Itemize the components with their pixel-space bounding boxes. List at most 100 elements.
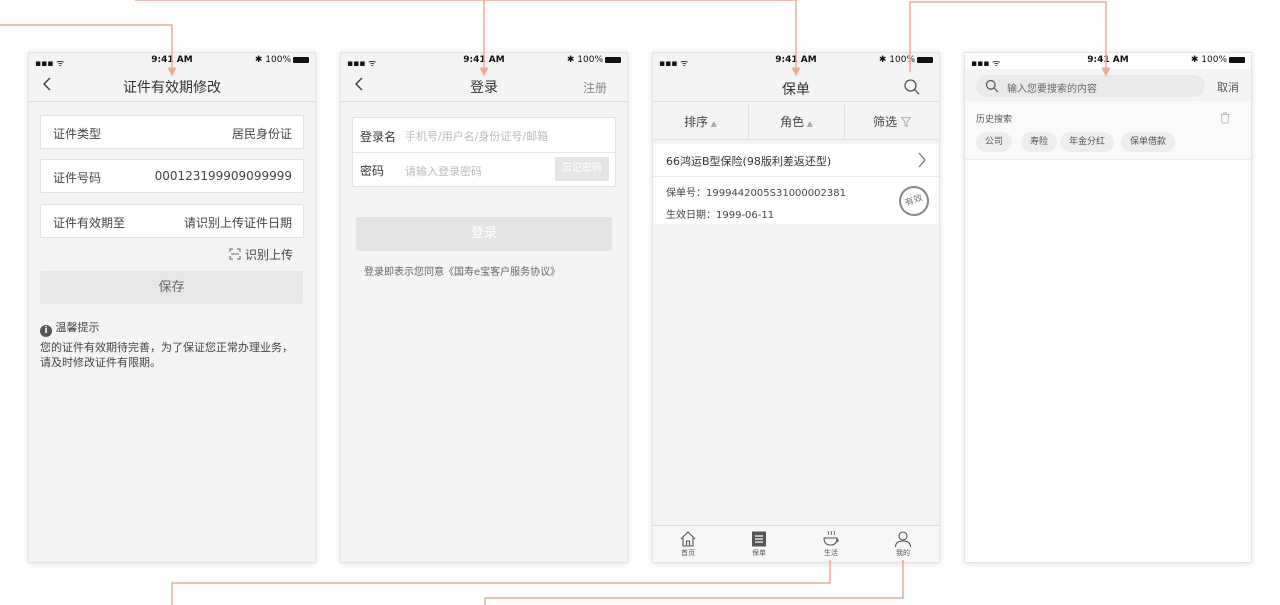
battery-icon [1229, 56, 1245, 63]
cancel-button[interactable]: 取消 [1217, 79, 1239, 95]
battery-percent: 100% [577, 55, 603, 65]
trash-icon[interactable] [1219, 112, 1231, 124]
id-expiry-value: 请识别上传证件日期 [183, 216, 292, 230]
nav-bar: 证件有效期修改 [29, 69, 315, 102]
id-type-label: 证件类型 [53, 127, 102, 141]
forgot-password-button[interactable]: 忘记密码 [555, 157, 609, 181]
search-input[interactable]: 输入您要搜索的内容 [976, 75, 1205, 97]
phone-login: ▪▪▪ ᯤ 9:41 AM ✱ 100% 登录 注册 登录名 手机号/用户名/身… [340, 52, 628, 563]
tip-section: i 温馨提示 您的证件有效期待完善，为了保证您正常办理业务，请及时修改证件有限期… [40, 319, 302, 370]
history-title: 历史搜索 [976, 115, 1013, 125]
phone-search: ▪▪▪ ᯤ 9:41 AM ✱ 100% 输入您要搜索的内容 取消 历史搜索 公… [964, 52, 1252, 563]
battery-icon [605, 56, 621, 63]
battery-status: ✱ 100% [879, 55, 933, 65]
policy-list-icon [752, 531, 766, 547]
battery-icon [917, 56, 933, 63]
connector-line [484, 560, 904, 605]
nav-bar: 登录 注册 [341, 69, 627, 102]
tab-life-label: 生活 [824, 549, 838, 557]
effective-date: 生效日期：1999-06-11 [666, 210, 775, 221]
bluetooth-icon: ✱ [1190, 55, 1199, 65]
status-bar: ▪▪▪ ᯤ 9:41 AM ✱ 100% [653, 53, 939, 69]
tab-home[interactable]: 首页 [668, 526, 708, 558]
policy-number: 保单号：1999442005S31000002381 [666, 188, 846, 199]
tab-home-label: 首页 [681, 549, 695, 557]
tip-text: 您的证件有效期待完善，为了保证您正常办理业务，请及时修改证件有限期。 [40, 341, 293, 369]
role-filter[interactable]: 角色 ▲ [749, 105, 845, 139]
password-row: 密码 请输入登录密码 忘记密码 [353, 153, 615, 186]
history-tag[interactable]: 寿险 [1021, 132, 1058, 152]
search-icon [985, 79, 999, 93]
stamp-label: 有效 [903, 193, 925, 209]
valid-stamp-icon: 有效 [894, 181, 934, 221]
id-number-field[interactable]: 证件号码 000123199909099999 [40, 159, 304, 193]
password-input[interactable]: 请输入登录密码 [405, 163, 482, 179]
tab-life[interactable]: 生活 [811, 526, 851, 558]
id-number-value: 000123199909099999 [154, 169, 292, 183]
phone-policy: ▪▪▪ ᯤ 9:41 AM ✱ 100% 保单 排序 ▲ 角色 ▲ 筛选 66鸿… [652, 52, 940, 563]
scan-icon [229, 248, 241, 260]
id-type-field[interactable]: 证件类型 居民身份证 [40, 115, 304, 149]
search-icon[interactable] [903, 78, 921, 96]
policy-card[interactable]: 66鸿运B型保险(98版利差返还型) 保单号：1999442005S310000… [653, 144, 939, 224]
scan-upload-button[interactable]: 识别上传 [229, 246, 293, 263]
bluetooth-icon: ✱ [878, 55, 887, 65]
screen-filter[interactable]: 筛选 [845, 105, 939, 139]
history-tag[interactable]: 公司 [976, 132, 1013, 152]
password-label: 密码 [360, 164, 385, 178]
nav-bar: 保单 [653, 69, 939, 102]
coffee-cup-icon [823, 530, 839, 546]
bluetooth-icon: ✱ [254, 55, 263, 65]
battery-status: ✱ 100% [567, 55, 621, 65]
connector-line [171, 560, 831, 605]
scan-upload-label: 识别上传 [244, 248, 293, 262]
register-link[interactable]: 注册 [583, 79, 607, 96]
sort-label: 排序 [684, 115, 709, 129]
id-expiry-field[interactable]: 证件有效期至 请识别上传证件日期 [40, 204, 304, 238]
history-tag[interactable]: 保单借款 [1121, 132, 1176, 152]
id-number-label: 证件号码 [53, 171, 102, 185]
battery-status: ✱ 100% [1191, 55, 1245, 65]
battery-percent: 100% [889, 55, 915, 65]
sort-arrow-icon: ▲ [708, 119, 717, 128]
funnel-icon [900, 117, 912, 128]
tab-mine[interactable]: 我的 [883, 526, 923, 558]
username-input[interactable]: 手机号/用户名/身份证号/邮箱 [405, 128, 548, 144]
user-icon [894, 531, 912, 548]
search-header: 输入您要搜索的内容 取消 [965, 69, 1251, 101]
tip-title: 温馨提示 [55, 321, 100, 334]
policy-name: 66鸿运B型保险(98版利差返还型) [666, 155, 832, 168]
filter-bar: 排序 ▲ 角色 ▲ 筛选 [653, 105, 939, 140]
page-title: 证件有效期修改 [123, 80, 221, 96]
tab-policy[interactable]: 保单 [739, 526, 779, 558]
chevron-right-icon [918, 152, 926, 168]
status-bar: ▪▪▪ ᯤ 9:41 AM ✱ 100% [341, 53, 627, 69]
username-label: 登录名 [360, 130, 397, 144]
battery-percent: 100% [1201, 55, 1227, 65]
id-type-value: 居民身份证 [231, 127, 292, 141]
battery-icon [293, 56, 309, 63]
role-label: 角色 [780, 115, 805, 129]
info-icon: i [40, 325, 52, 337]
battery-percent: 100% [265, 55, 291, 65]
login-form: 登录名 手机号/用户名/身份证号/邮箱 密码 请输入登录密码 忘记密码 [352, 117, 616, 187]
agreement-text[interactable]: 登录即表示您同意《国寿e宝客户服务协议》 [364, 263, 560, 278]
status-bar: ▪▪▪ ᯤ 9:41 AM ✱ 100% [965, 53, 1251, 69]
save-button[interactable]: 保存 [40, 271, 303, 304]
home-icon [680, 531, 696, 547]
bluetooth-icon: ✱ [566, 55, 575, 65]
tab-bar: 首页 保单 生活 我的 [653, 525, 939, 562]
search-placeholder: 输入您要搜索的内容 [1007, 84, 1097, 95]
screen-label: 筛选 [873, 115, 898, 129]
battery-status: ✱ 100% [255, 55, 309, 65]
phone-id-validity: ▪▪▪ ᯤ 9:41 AM ✱ 100% 证件有效期修改 证件类型 居民身份证 … [28, 52, 316, 563]
history-tag[interactable]: 年金分红 [1060, 132, 1115, 152]
page-title: 保单 [782, 82, 810, 98]
id-expiry-label: 证件有效期至 [53, 216, 126, 230]
sort-filter[interactable]: 排序 ▲ [653, 105, 749, 139]
username-row: 登录名 手机号/用户名/身份证号/邮箱 [353, 118, 615, 153]
tab-policy-label: 保单 [752, 549, 766, 557]
policy-name-row: 66鸿运B型保险(98版利差返还型) [653, 144, 939, 177]
login-button[interactable]: 登录 [356, 217, 612, 251]
status-bar: ▪▪▪ ᯤ 9:41 AM ✱ 100% [29, 53, 315, 69]
